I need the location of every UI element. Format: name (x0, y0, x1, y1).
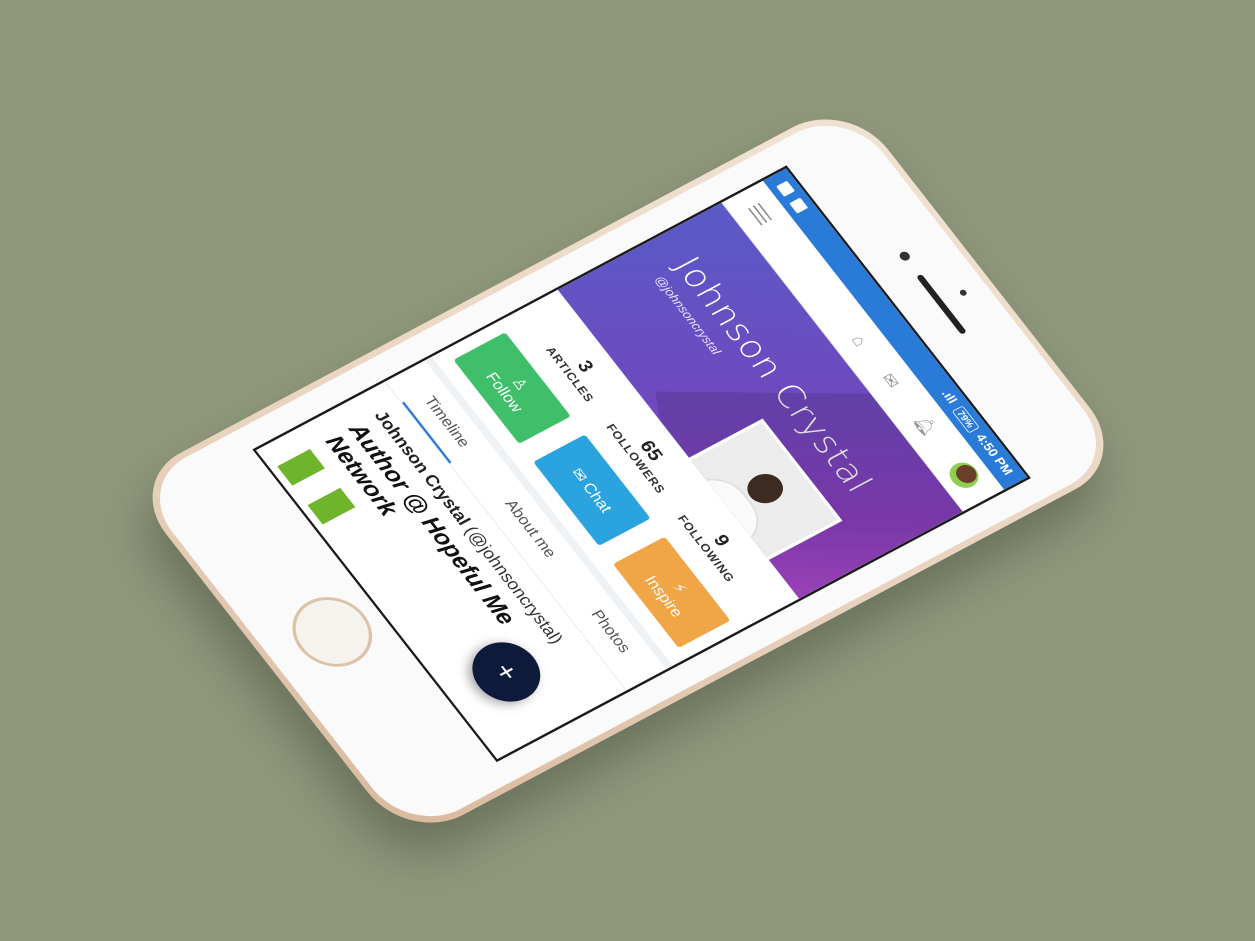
bell-icon[interactable]: 🔔︎ (909, 411, 940, 438)
menu-icon[interactable] (747, 202, 772, 225)
avatar[interactable] (943, 457, 984, 492)
mail-icon[interactable]: ✉ (876, 370, 903, 391)
pointer-icon: ▲ (251, 479, 261, 500)
earpiece-speaker (915, 273, 967, 335)
signal-icon: .ıll (937, 387, 959, 406)
inspire-label: Inspire (640, 572, 686, 620)
home-icon[interactable]: ⌂ (846, 331, 871, 349)
phone-device: .ıll 79% 4:50 PM ⌂ ✉ 🔔︎ Johnson Crystal … (125, 97, 1130, 844)
front-camera (957, 288, 968, 297)
sensor-dot (897, 249, 912, 262)
notification-icon (775, 180, 795, 197)
chat-label: Chat (578, 479, 615, 515)
app-screen: .ıll 79% 4:50 PM ⌂ ✉ 🔔︎ Johnson Crystal … (251, 164, 1031, 762)
location-arrow-icon: ➤ (254, 469, 280, 491)
image-notification-icon (788, 196, 808, 214)
